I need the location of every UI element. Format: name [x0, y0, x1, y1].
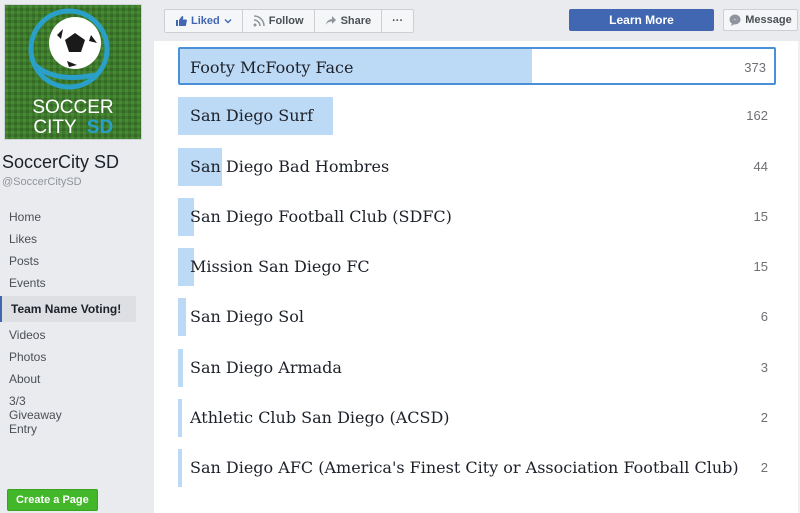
- poll-option[interactable]: Athletic Club San Diego (ACSD) 2: [178, 399, 800, 438]
- more-options-button[interactable]: ···: [382, 10, 413, 32]
- poll-option-votes: 6: [760, 309, 768, 325]
- share-arrow-icon: [325, 16, 336, 25]
- poll-option-votes: 15: [753, 208, 768, 224]
- svg-text:CITY: CITY: [33, 117, 77, 138]
- poll-option-bar: [180, 399, 182, 438]
- nav-item-about[interactable]: About: [0, 368, 146, 390]
- nav-item-photos[interactable]: Photos: [0, 346, 146, 368]
- poll-option-label: San Diego Football Club (SDFC): [190, 206, 452, 226]
- poll-option-votes: 44: [753, 158, 768, 174]
- learn-more-button[interactable]: Learn More: [569, 9, 714, 31]
- rss-icon: [253, 15, 265, 27]
- page-sidebar: SOCCER CITY SD SoccerCity SD @SoccerCity…: [0, 0, 152, 513]
- nav-item-giveaway-entry[interactable]: 3/3 Giveaway Entry: [0, 390, 64, 440]
- poll-option[interactable]: San Diego Armada 3: [178, 348, 800, 387]
- follow-label: Follow: [268, 15, 304, 27]
- nav-item-posts[interactable]: Posts: [0, 250, 146, 272]
- poll-option-label: San Diego Surf: [190, 106, 314, 126]
- share-label: Share: [340, 15, 372, 27]
- page-toolbar: Liked Follow Share ··· Learn More Messag…: [154, 0, 800, 41]
- poll-option-label: San Diego Armada: [190, 357, 342, 377]
- svg-text:SOCCER: SOCCER: [32, 97, 113, 118]
- poll-option-label: San Diego Sol: [190, 307, 304, 327]
- page-title[interactable]: SoccerCity SD: [2, 152, 119, 173]
- soccer-ball-logo-icon: SOCCER CITY SD: [5, 5, 141, 139]
- page-nav: Home Likes Posts Events Team Name Voting…: [0, 206, 146, 440]
- page-logo[interactable]: SOCCER CITY SD: [4, 4, 142, 140]
- nav-item-videos[interactable]: Videos: [0, 324, 146, 346]
- poll-option-bar: [180, 298, 186, 337]
- nav-item-home[interactable]: Home: [0, 206, 146, 228]
- poll-option-votes: 162: [746, 108, 768, 124]
- chevron-down-icon: [224, 19, 232, 24]
- nav-item-likes[interactable]: Likes: [0, 228, 146, 250]
- create-page-button[interactable]: Create a Page: [7, 489, 98, 511]
- poll-option[interactable]: Footy McFooty Face 373: [178, 47, 776, 85]
- poll-option[interactable]: San Diego Surf 162: [178, 97, 800, 136]
- nav-item-team-name-voting[interactable]: Team Name Voting!: [0, 296, 136, 322]
- poll-option[interactable]: San Diego Football Club (SDFC) 15: [178, 197, 800, 236]
- poll-option-label: San Diego Bad Hombres: [190, 156, 390, 176]
- message-button[interactable]: Message: [723, 9, 798, 31]
- poll-option[interactable]: San Diego Sol 6: [178, 298, 800, 337]
- message-label: Message: [745, 14, 792, 26]
- follow-button[interactable]: Follow: [243, 10, 315, 32]
- poll-option-bar: [180, 449, 182, 488]
- svg-text:SD: SD: [87, 117, 113, 138]
- liked-button[interactable]: Liked: [165, 10, 243, 32]
- poll-option[interactable]: San Diego AFC (America's Finest City or …: [178, 449, 800, 488]
- main-content: Liked Follow Share ··· Learn More Messag…: [154, 0, 800, 513]
- poll-option[interactable]: Mission San Diego FC 15: [178, 248, 800, 287]
- poll-option-label: Athletic Club San Diego (ACSD): [190, 408, 450, 428]
- messenger-icon: [729, 14, 741, 26]
- poll-option-votes: 2: [760, 410, 768, 426]
- poll-option-label: San Diego AFC (America's Finest City or …: [190, 458, 739, 478]
- poll-option-votes: 2: [760, 460, 768, 476]
- poll-option[interactable]: San Diego Bad Hombres 44: [178, 147, 800, 186]
- liked-label: Liked: [191, 15, 220, 27]
- poll-option-bar: [180, 348, 183, 387]
- poll-option-votes: 15: [753, 259, 768, 275]
- nav-item-events[interactable]: Events: [0, 272, 146, 294]
- poll-results: Footy McFooty Face 373 San Diego Surf 16…: [178, 47, 800, 500]
- poll-option-label: Mission San Diego FC: [190, 257, 370, 277]
- page-handle: @SoccerCitySD: [2, 176, 82, 188]
- poll-option-votes: 373: [744, 60, 766, 75]
- action-button-group: Liked Follow Share ···: [164, 9, 415, 33]
- share-button[interactable]: Share: [315, 10, 383, 32]
- thumbs-up-icon: [176, 16, 187, 26]
- poll-option-label: Footy McFooty Face: [190, 58, 354, 77]
- poll-option-votes: 3: [760, 359, 768, 375]
